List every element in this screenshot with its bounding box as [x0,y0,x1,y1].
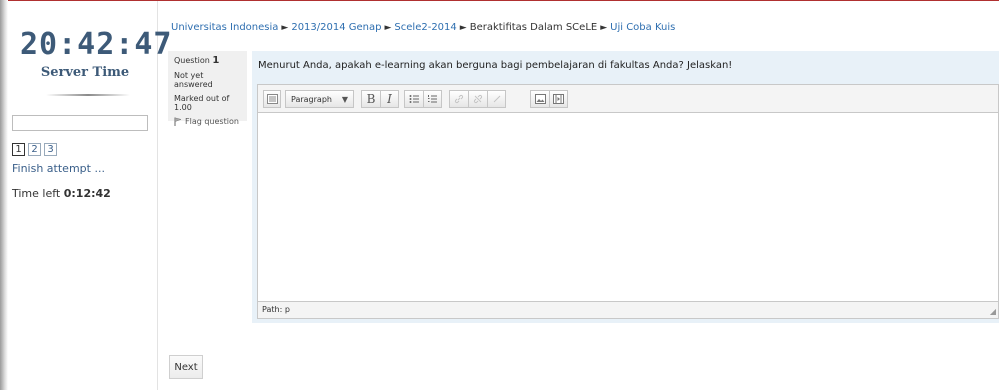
anchor-icon [493,95,500,103]
format-select[interactable]: Paragraph ▼ [285,90,354,108]
question-marks: Marked out of 1.00 [174,94,230,112]
bold-button[interactable]: B [361,90,380,108]
server-time-label: Server Time [40,65,130,80]
unlink-button[interactable] [468,90,487,108]
divider [46,94,130,96]
question-number: Question 1 [174,55,241,66]
server-clock: 20:42:47 [20,27,173,62]
text-style-group: B I [361,90,399,108]
window-shadow [0,0,8,390]
insert-link-button[interactable] [449,90,468,108]
unordered-list-button[interactable] [404,90,423,108]
finish-attempt-link[interactable]: Finish attempt ... [12,162,105,175]
time-left-value: 0:12:42 [63,187,111,200]
chevron-down-icon: ▼ [341,95,348,104]
flag-icon [174,117,182,126]
question-number-value: 1 [212,55,220,66]
insert-media-button[interactable] [549,90,568,108]
link-icon [454,94,464,104]
media-icon [553,94,564,104]
editor-toolbar: Paragraph ▼ B I [258,85,998,113]
image-icon [534,94,546,104]
unlink-icon [473,94,483,104]
question-formulation: Menurut Anda, apakah e-learning akan ber… [252,51,999,323]
link-group [449,90,506,108]
flag-question-label: Flag question [185,117,239,126]
ordered-list-icon [428,95,437,103]
italic-button[interactable]: I [380,90,399,108]
anchor-button[interactable] [487,90,506,108]
toolbar-toggle-button[interactable] [263,90,281,108]
toolbar-toggle-icon [266,94,278,104]
editor-statusbar: Path: p ◢ [258,301,998,318]
question-status: Not yet answered [174,71,213,89]
format-select-value: Paragraph [291,94,332,104]
breadcrumb-item-section: Beraktifitas Dalam SCeLE [469,22,598,33]
insert-image-button[interactable] [530,90,549,108]
quiz-nav-question-2[interactable]: 2 [28,143,41,156]
media-group [530,90,568,108]
rich-text-editor: Paragraph ▼ B I Path: p ◢ [257,84,999,319]
breadcrumb-item-term[interactable]: 2013/2014 Genap [291,22,381,33]
flag-question-button[interactable]: Flag question [174,117,241,126]
breadcrumb: Universitas Indonesia ► 2013/2014 Genap ► Sc… [171,22,675,33]
breadcrumb-item-university[interactable]: Universitas Indonesia [171,22,278,33]
breadcrumb-item-course[interactable]: Scele2-2014 [394,22,456,33]
ordered-list-button[interactable] [423,90,442,108]
time-left: Time left 0:12:42 [12,187,111,200]
time-left-label: Time left [12,187,61,200]
list-group [404,90,442,108]
question-info: Question 1 Not yet answered Marked out o… [168,51,247,126]
breadcrumb-separator: ► [384,23,392,33]
next-button[interactable]: Next [169,355,203,379]
quiz-navigation: 1 2 3 [12,143,57,156]
element-path: Path: p [262,305,290,314]
resize-handle-icon[interactable]: ◢ [990,307,996,316]
breadcrumb-separator: ► [281,23,289,33]
unordered-list-icon [409,95,419,103]
quiz-nav-question-1[interactable]: 1 [12,143,25,156]
breadcrumb-separator: ► [600,23,608,33]
question-label: Question [174,56,210,65]
question-text: Menurut Anda, apakah e-learning akan ber… [258,60,733,71]
answer-edit-area[interactable] [258,113,998,301]
quiz-nav-question-3[interactable]: 3 [44,143,57,156]
sidebar-input[interactable] [12,115,148,131]
breadcrumb-item-quiz[interactable]: Uji Coba Kuis [610,22,675,33]
breadcrumb-separator: ► [459,23,467,33]
